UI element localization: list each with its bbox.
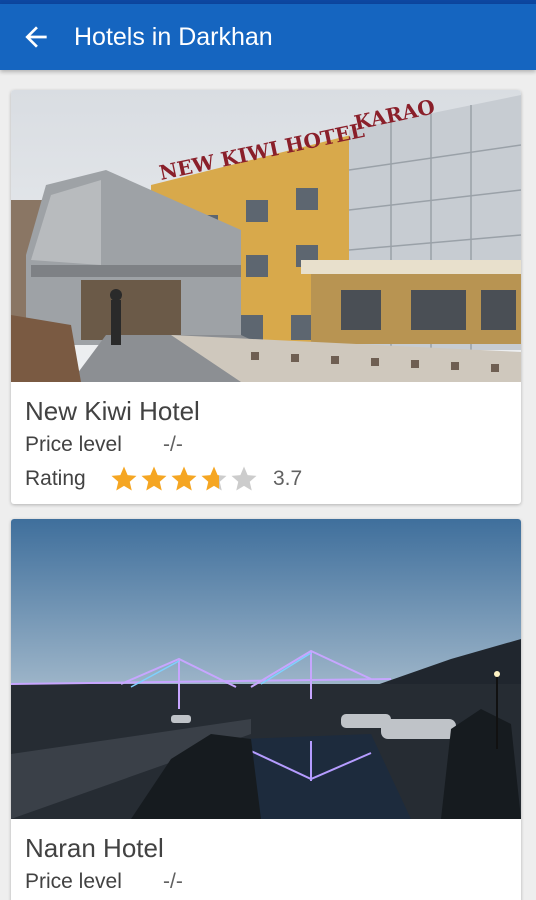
- price-value: -/-: [163, 433, 183, 456]
- hotel-name: New Kiwi Hotel: [25, 396, 200, 426]
- hotel-photo: NEW KIWI HOTEL KARAO: [11, 90, 521, 382]
- star-icon: [111, 466, 137, 491]
- rating-value: 3.7: [273, 467, 303, 490]
- star-icon: [171, 466, 197, 491]
- back-button[interactable]: [6, 7, 66, 67]
- star-half-icon: [201, 466, 227, 491]
- price-value: -/-: [163, 870, 183, 893]
- arrow-left-icon: [25, 26, 47, 48]
- star-empty-icon: [231, 466, 257, 491]
- rating-row: Rating 3.7: [25, 462, 507, 496]
- page-title: Hotels in Darkhan: [74, 22, 273, 51]
- price-label: Price level: [25, 433, 122, 456]
- hotel-photo: [11, 519, 521, 819]
- hotel-card[interactable]: NEW KIWI HOTEL KARAO New Kiwi Hotel Pric…: [11, 90, 521, 504]
- hotel-info: Naran Hotel Price level -/-: [25, 831, 507, 899]
- star-icon: [141, 466, 167, 491]
- hotel-list[interactable]: NEW KIWI HOTEL KARAO New Kiwi Hotel Pric…: [0, 70, 536, 900]
- hotel-name: Naran Hotel: [25, 833, 164, 863]
- rating-stars: 3.7: [109, 464, 302, 494]
- price-row: Price level -/-: [25, 428, 507, 462]
- price-label: Price level: [25, 870, 122, 893]
- price-row: Price level -/-: [25, 865, 507, 899]
- hotel-info: New Kiwi Hotel Price level -/- Rating 3.…: [25, 394, 507, 496]
- app-bar: Hotels in Darkhan: [0, 4, 536, 70]
- hotel-card[interactable]: Naran Hotel Price level -/-: [11, 519, 521, 900]
